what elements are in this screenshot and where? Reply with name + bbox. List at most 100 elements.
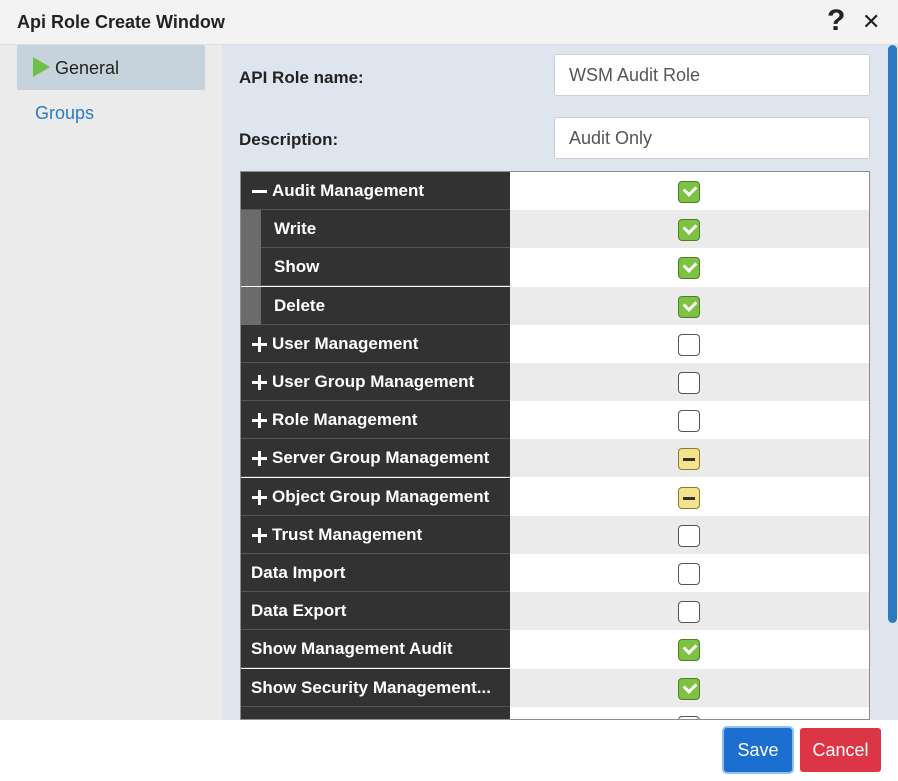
role-name-input[interactable] [554, 54, 870, 96]
indent-bar [241, 287, 261, 325]
permission-row: Role Management [241, 401, 869, 439]
expand-icon[interactable] [251, 325, 269, 362]
permission-checkbox[interactable] [678, 257, 700, 279]
permission-name-cell: Show Management Audit [241, 630, 510, 668]
permission-label: Write [274, 219, 317, 238]
permission-row: Delete [241, 287, 869, 325]
permission-value-cell [510, 554, 869, 592]
api-role-create-window: Api Role Create Window ? ✕ General Group… [0, 0, 898, 781]
indent-bar [241, 210, 261, 248]
permission-name-cell: User Group Management [241, 363, 510, 401]
permission-value-cell [510, 707, 869, 719]
role-name-label: API Role name: [239, 68, 364, 87]
permission-value-cell [510, 363, 869, 401]
permission-value-cell [510, 172, 869, 210]
permission-checkbox[interactable] [678, 563, 700, 585]
permission-row: User Group Management [241, 363, 869, 401]
permission-checkbox[interactable] [678, 219, 700, 241]
footer: Save Cancel [0, 720, 898, 781]
expand-icon[interactable] [251, 401, 269, 438]
permission-name-cell: Trust Management [241, 516, 510, 554]
permission-value-cell [510, 478, 869, 516]
permission-row: Write [241, 210, 869, 248]
expand-icon[interactable] [251, 478, 269, 515]
permission-value-cell [510, 248, 869, 286]
permission-label: User Group Management [272, 372, 475, 391]
permission-checkbox[interactable] [678, 678, 700, 700]
sidebar-item-label: General [55, 58, 120, 78]
permission-row: Show Management Audit [241, 630, 869, 668]
permission-checkbox[interactable] [678, 334, 700, 356]
permission-row: Data Export [241, 592, 869, 630]
permission-checkbox[interactable] [678, 487, 700, 509]
permission-label: User Management [272, 334, 419, 353]
sidebar-item-general[interactable]: General [17, 45, 205, 90]
permission-name-cell: Object Group Management [241, 478, 510, 516]
permission-name-cell: Audit Management [241, 172, 510, 210]
permission-checkbox[interactable] [678, 601, 700, 623]
permission-value-cell [510, 401, 869, 439]
permission-checkbox[interactable] [678, 372, 700, 394]
permission-label: Data Export [251, 601, 347, 620]
permission-label: Data Import [251, 563, 346, 582]
permission-row: Data Import [241, 554, 869, 592]
close-icon[interactable]: ✕ [862, 10, 880, 34]
permission-row: Server Group Management [241, 439, 869, 477]
permission-label: Object Group Management [272, 487, 490, 506]
permission-row: Object Group Management [241, 478, 869, 516]
permission-label: Delete [274, 296, 326, 315]
permission-label: Show [274, 257, 320, 276]
scrollbar-thumb[interactable] [888, 45, 897, 623]
expand-icon[interactable] [251, 516, 269, 553]
permission-name-cell: Refresh Domains [241, 707, 510, 719]
permission-value-cell [510, 592, 869, 630]
permission-name-cell: Server Group Management [241, 439, 510, 477]
permission-row: Trust Management [241, 516, 869, 554]
permission-row: Refresh Domains [241, 707, 869, 719]
permission-row: Audit Management [241, 172, 869, 210]
permission-value-cell [510, 669, 869, 707]
permission-label: Refresh Domains [251, 707, 391, 719]
permission-checkbox[interactable] [678, 639, 700, 661]
permission-name-cell: User Management [241, 325, 510, 363]
permission-name-cell: Role Management [241, 401, 510, 439]
sidebar: General Groups [0, 45, 222, 720]
indent-bar [241, 248, 261, 286]
sidebar-item-groups[interactable]: Groups [17, 90, 205, 135]
permission-value-cell [510, 439, 869, 477]
description-input[interactable] [554, 117, 870, 159]
permission-label: Trust Management [272, 525, 423, 544]
permission-checkbox[interactable] [678, 181, 700, 203]
permission-checkbox[interactable] [678, 296, 700, 318]
permission-value-cell [510, 516, 869, 554]
permission-name-cell: Delete [241, 287, 510, 325]
permission-name-cell: Show Security Management... [241, 669, 510, 707]
expand-icon[interactable] [251, 439, 269, 476]
permission-label: Role Management [272, 410, 418, 429]
permission-value-cell [510, 630, 869, 668]
permission-checkbox[interactable] [678, 525, 700, 547]
permission-value-cell [510, 287, 869, 325]
permission-checkbox[interactable] [678, 410, 700, 432]
permission-name-cell: Write [241, 210, 510, 248]
permission-label: Show Management Audit [251, 639, 453, 658]
description-label: Description: [239, 130, 339, 149]
save-button[interactable]: Save [724, 728, 792, 772]
title-bar: Api Role Create Window ? ✕ [0, 0, 898, 45]
permission-label: Show Security Management... [251, 678, 491, 697]
permission-name-cell: Show [241, 248, 510, 286]
cancel-button[interactable]: Cancel [800, 728, 881, 772]
expand-icon[interactable] [251, 363, 269, 400]
permissions-table: Audit Management Write Show Delete User Mana… [240, 171, 870, 720]
permission-row: User Management [241, 325, 869, 363]
scrollbar[interactable] [887, 45, 898, 720]
permission-label: Server Group Management [272, 448, 490, 467]
collapse-icon[interactable] [251, 172, 269, 209]
permission-row: Show [241, 248, 869, 286]
permission-name-cell: Data Export [241, 592, 510, 630]
permission-row: Show Security Management... [241, 669, 869, 707]
permission-label: Audit Management [272, 181, 425, 200]
permission-value-cell [510, 325, 869, 363]
permission-checkbox[interactable] [678, 448, 700, 470]
help-icon[interactable]: ? [827, 4, 845, 38]
